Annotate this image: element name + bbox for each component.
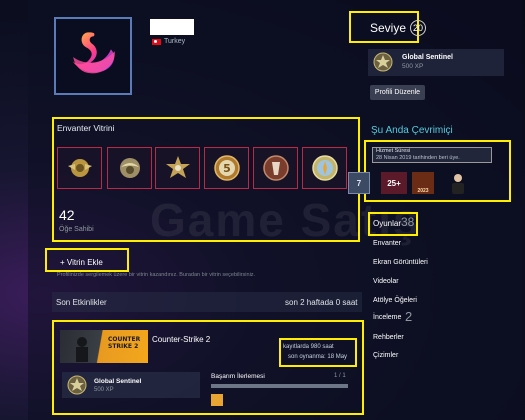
level-badge: 20 bbox=[410, 20, 427, 36]
edit-profile-button[interactable]: Profili Düzenle bbox=[370, 85, 425, 100]
playtime-last: son oynanma: 18 May bbox=[288, 354, 348, 360]
profile-name-redacted bbox=[150, 19, 194, 35]
achievement-icon[interactable] bbox=[211, 394, 223, 406]
five-year-coin-icon: 5 bbox=[213, 155, 240, 181]
activity-title: Son Etkinlikler bbox=[56, 298, 107, 307]
nav-artwork[interactable]: Çizimler bbox=[373, 352, 398, 359]
global-sentinel-medal-icon bbox=[373, 52, 393, 72]
avatar[interactable] bbox=[54, 17, 132, 95]
steam-replay-badge[interactable]: 2023 bbox=[412, 172, 434, 194]
eagle-medal-icon bbox=[119, 158, 140, 178]
online-status: Şu Anda Çevrimiçi bbox=[371, 125, 453, 136]
game-badge-xp: 500 XP bbox=[94, 387, 114, 393]
country-label: Turkey bbox=[164, 38, 186, 45]
showcase-item[interactable]: 5 bbox=[204, 147, 249, 189]
nav-screenshots[interactable]: Ekran Görüntüleri bbox=[373, 259, 428, 266]
game-badge-title: Global Sentinel bbox=[94, 378, 142, 385]
games-count: 38 bbox=[401, 215, 415, 229]
nav-videos[interactable]: Videolar bbox=[373, 278, 399, 285]
avatar-badge[interactable] bbox=[447, 172, 469, 194]
level-label: Seviye bbox=[370, 21, 407, 35]
playtime-total: kayıtlarda 980 saat bbox=[283, 344, 334, 350]
turkey-flag-icon bbox=[152, 38, 161, 45]
achievement-label: Başarım İlerlemesi bbox=[211, 373, 265, 380]
globe-coin-icon bbox=[311, 155, 338, 181]
reviews-count: 2 bbox=[405, 309, 413, 324]
game-thumb-text: COUNTER STRIKE 2 bbox=[108, 336, 141, 350]
nav-workshop[interactable]: Atölye Öğeleri bbox=[373, 297, 417, 304]
showcase-item[interactable] bbox=[57, 147, 102, 189]
showcase-count-label: Öğe Sahibi bbox=[59, 226, 94, 233]
star-medal-icon bbox=[165, 156, 190, 178]
playtime-highlight bbox=[279, 338, 357, 367]
showcase-item[interactable] bbox=[155, 147, 200, 189]
global-sentinel-medal-icon bbox=[67, 375, 87, 395]
showcase-item[interactable] bbox=[302, 147, 347, 189]
svg-text:5: 5 bbox=[223, 162, 231, 175]
add-showcase-button[interactable]: + Vitrin Ekle bbox=[60, 258, 103, 267]
showcase-hint: Profilinizde sergilemek üzere bir vitrin… bbox=[57, 272, 256, 278]
swan-logo-icon bbox=[71, 32, 115, 74]
showcase-item[interactable] bbox=[107, 147, 152, 189]
person-icon bbox=[452, 174, 464, 194]
wing-medal-icon bbox=[67, 159, 92, 177]
badge-xp: 500 XP bbox=[402, 63, 424, 70]
achievement-progress-fill bbox=[211, 384, 348, 388]
badge-title: Global Sentinel bbox=[402, 54, 453, 61]
years-badge[interactable]: 7 bbox=[348, 172, 370, 194]
showcase-item[interactable] bbox=[253, 147, 298, 189]
showcase-count: 42 bbox=[59, 207, 75, 223]
nav-guides[interactable]: Rehberler bbox=[373, 334, 404, 341]
profile-level: Seviye 20 bbox=[370, 20, 427, 36]
game-thumbnail[interactable]: COUNTER STRIKE 2 bbox=[60, 330, 148, 363]
achievement-count: 1 / 1 bbox=[334, 373, 346, 379]
profile-country: Turkey bbox=[152, 38, 185, 45]
game-name[interactable]: Counter-Strike 2 bbox=[152, 335, 210, 344]
soldier-icon bbox=[76, 337, 88, 362]
nav-inventory[interactable]: Envanter bbox=[373, 240, 401, 247]
showcase-title: Envanter Vitrini bbox=[57, 123, 115, 133]
nav-reviews[interactable]: İnceleme bbox=[373, 314, 401, 321]
activity-hours: son 2 haftada 0 saat bbox=[285, 298, 358, 307]
service-medal-icon bbox=[262, 155, 289, 181]
service-title: Hizmet Süresi bbox=[376, 148, 411, 154]
achievement-progress-bar bbox=[211, 384, 348, 388]
games-link[interactable]: Oyunlar bbox=[373, 219, 401, 228]
games-owned-badge[interactable]: 25+ bbox=[381, 172, 407, 194]
service-since: 28 Nisan 2019 tarihinden beri üye. bbox=[376, 155, 460, 161]
